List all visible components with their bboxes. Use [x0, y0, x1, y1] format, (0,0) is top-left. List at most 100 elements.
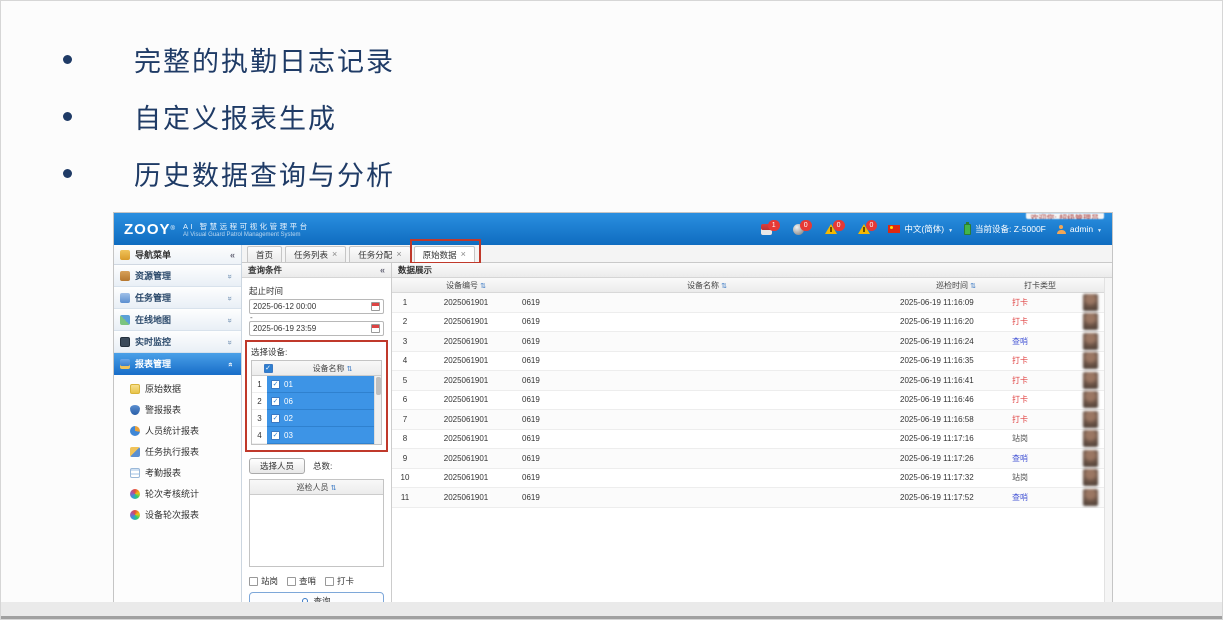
collapse-icon[interactable]: [230, 250, 235, 260]
tab-close-icon[interactable]: [396, 250, 401, 259]
sidebar-header[interactable]: 导航菜单: [114, 245, 241, 265]
data-row[interactable]: 3 2025061901 0619 2025-06-19 11:16:24 查哨: [392, 332, 1112, 352]
tab[interactable]: 任务列表: [285, 246, 346, 262]
sidebar-group[interactable]: 报表管理: [114, 353, 241, 375]
end-time-input[interactable]: 2025-06-19 23:59: [249, 321, 384, 336]
sidebar-item-icon: [130, 510, 140, 520]
calendar-icon[interactable]: [371, 324, 380, 333]
device-checkbox[interactable]: [271, 397, 280, 406]
device-name-column[interactable]: 设备名称: [514, 280, 900, 291]
capture-photo[interactable]: [1083, 430, 1098, 447]
select-device-label: 选择设备:: [251, 346, 382, 358]
checkbox-icon[interactable]: [287, 577, 296, 586]
device-no-column[interactable]: 设备编号: [418, 280, 514, 291]
data-row[interactable]: 5 2025061901 0619 2025-06-19 11:16:41 打卡: [392, 371, 1112, 391]
data-table-body: 1 2025061901 0619 2025-06-19 11:16:09 打卡: [392, 293, 1112, 508]
notification-item[interactable]: 0: [858, 224, 878, 235]
patrol-time-cell: 2025-06-19 11:16:20: [900, 317, 1012, 326]
sidebar-item[interactable]: 人员统计报表: [114, 420, 241, 441]
checkbox-icon[interactable]: [325, 577, 334, 586]
sort-icon[interactable]: [480, 281, 486, 290]
sidebar-item[interactable]: 原始数据: [114, 378, 241, 399]
data-row[interactable]: 9 2025061901 0619 2025-06-19 11:17:26 查哨: [392, 449, 1112, 469]
capture-photo[interactable]: [1083, 469, 1098, 486]
capture-photo[interactable]: [1083, 372, 1098, 389]
capture-photo[interactable]: [1083, 313, 1098, 330]
sidebar-item[interactable]: 轮次考核统计: [114, 483, 241, 504]
select-person-button[interactable]: 选择人员: [249, 458, 305, 474]
patrol-time-cell: 2025-06-19 11:17:52: [900, 493, 1012, 502]
device-row[interactable]: 3 02: [252, 410, 381, 427]
sidebar-group[interactable]: 资源管理: [114, 265, 241, 287]
current-device[interactable]: 当前设备: Z-5000F: [964, 223, 1046, 235]
sidebar-group[interactable]: 在线地图: [114, 309, 241, 331]
row-number: 9: [392, 454, 418, 463]
sort-icon[interactable]: [970, 281, 976, 290]
calendar-icon[interactable]: [371, 302, 380, 311]
data-panel: 数据展示 设备编号 设备名称 巡检时间 打卡类型: [392, 263, 1112, 603]
device-table-header: 设备名称: [252, 361, 381, 376]
checkbox-icon[interactable]: [249, 577, 258, 586]
device-row[interactable]: 2 06: [252, 393, 381, 410]
device-row[interactable]: 4 03: [252, 427, 381, 444]
zooy-logo: ZOOY: [124, 221, 171, 238]
collapse-icon[interactable]: [380, 265, 385, 275]
capture-photo[interactable]: [1083, 352, 1098, 369]
sidebar-item[interactable]: 考勤报表: [114, 462, 241, 483]
notification-item[interactable]: 0: [793, 224, 812, 235]
device-row[interactable]: 1 01: [252, 376, 381, 393]
device-checkbox[interactable]: [271, 431, 280, 440]
tab[interactable]: 任务分配: [349, 246, 410, 262]
sidebar-group[interactable]: 任务管理: [114, 287, 241, 309]
type-filter[interactable]: 打卡: [325, 575, 354, 587]
capture-photo[interactable]: [1083, 489, 1098, 506]
capture-photo[interactable]: [1083, 294, 1098, 311]
data-row[interactable]: 8 2025061901 0619 2025-06-19 11:17:16 站岗: [392, 430, 1112, 450]
select-all-checkbox[interactable]: [264, 364, 273, 373]
capture-photo[interactable]: [1083, 411, 1098, 428]
notification-item[interactable]: 1: [761, 224, 780, 235]
sidebar-item[interactable]: 设备轮次报表: [114, 504, 241, 525]
sort-icon[interactable]: [721, 281, 727, 290]
tab[interactable]: 原始数据: [414, 246, 475, 262]
data-row[interactable]: 10 2025061901 0619 2025-06-19 11:17:32 站…: [392, 469, 1112, 489]
bullet-item: 完整的执勤日志记录: [63, 31, 395, 88]
language-selector[interactable]: 中文(简体): [888, 223, 953, 235]
capture-photo[interactable]: [1083, 333, 1098, 350]
punch-type-cell: 站岗: [1012, 433, 1068, 444]
data-row[interactable]: 2 2025061901 0619 2025-06-19 11:16:20 打卡: [392, 313, 1112, 333]
capture-photo[interactable]: [1083, 391, 1098, 408]
device-table-scrollbar[interactable]: [374, 376, 381, 444]
type-filter[interactable]: 查哨: [287, 575, 316, 587]
tab[interactable]: 首页: [247, 246, 282, 262]
sidebar-group-label: 任务管理: [135, 291, 220, 304]
data-row[interactable]: 1 2025061901 0619 2025-06-19 11:16:09 打卡: [392, 293, 1112, 313]
sort-icon[interactable]: [347, 364, 353, 373]
user-menu[interactable]: admin: [1057, 224, 1102, 234]
device-checkbox[interactable]: [271, 414, 280, 423]
report-submenu: 原始数据 警报报表 人员统计报表: [114, 375, 241, 603]
capture-photo[interactable]: [1083, 450, 1098, 467]
row-number: 10: [392, 473, 418, 482]
type-filter[interactable]: 站岗: [249, 575, 278, 587]
notification-item[interactable]: 0: [825, 224, 845, 235]
patrol-time-column[interactable]: 巡检时间: [900, 280, 1012, 291]
data-row[interactable]: 4 2025061901 0619 2025-06-19 11:16:35 打卡: [392, 352, 1112, 372]
chevron-icon: [225, 315, 235, 325]
sidebar-item[interactable]: 任务执行报表: [114, 441, 241, 462]
sidebar-item[interactable]: 警报报表: [114, 399, 241, 420]
data-scrollbar[interactable]: [1104, 278, 1112, 603]
device-checkbox[interactable]: [271, 380, 280, 389]
notification-count: 0: [800, 220, 812, 231]
data-row[interactable]: 6 2025061901 0619 2025-06-19 11:16:46 打卡: [392, 391, 1112, 411]
scrollbar-thumb[interactable]: [376, 377, 381, 395]
data-row[interactable]: 11 2025061901 0619 2025-06-19 11:17:52 查…: [392, 488, 1112, 508]
tab-close-icon[interactable]: [332, 250, 337, 259]
sort-icon[interactable]: [331, 483, 337, 492]
tab-close-icon[interactable]: [461, 250, 466, 259]
start-time-value: 2025-06-12 00:00: [253, 302, 316, 311]
sidebar-group[interactable]: 实时监控: [114, 331, 241, 353]
start-time-input[interactable]: 2025-06-12 00:00: [249, 299, 384, 314]
query-panel-title: 查询条件: [248, 264, 380, 276]
data-row[interactable]: 7 2025061901 0619 2025-06-19 11:16:58 打卡: [392, 410, 1112, 430]
